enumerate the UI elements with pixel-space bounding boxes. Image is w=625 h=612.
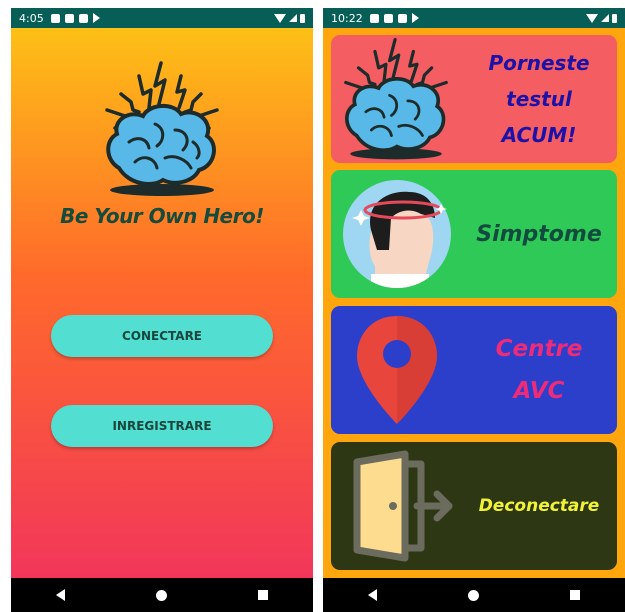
login-button[interactable]: CONECTARE	[51, 315, 273, 357]
cell-signal-icon	[289, 14, 297, 22]
dizzy-head-icon	[343, 180, 451, 288]
start-test-label: Porneste testul ACUM!	[461, 45, 617, 153]
brain-icon	[344, 37, 448, 160]
battery-icon	[612, 13, 617, 23]
label-line: testul	[506, 87, 572, 111]
wifi-icon	[586, 13, 598, 23]
navigation-bar	[11, 578, 313, 612]
symptoms-card[interactable]: Simptome	[331, 170, 617, 298]
status-time: 10:22	[331, 11, 363, 25]
logout-label: Deconectare	[478, 496, 600, 516]
media-icon	[50, 13, 60, 23]
sd-card-icon	[78, 13, 88, 23]
map-pin-icon	[357, 316, 437, 424]
battery-icon	[300, 13, 305, 23]
label-line: ACUM!	[501, 123, 577, 147]
brain-logo-icon	[105, 61, 219, 196]
navigation-bar	[323, 578, 625, 612]
logout-door-icon	[353, 450, 453, 562]
symptoms-label: Simptome	[476, 221, 602, 247]
cell-signal-icon	[601, 14, 609, 22]
stroke-centers-label: Centre AVC	[461, 328, 617, 412]
app-title: Be Your Own Hero!	[60, 204, 264, 228]
status-bar: 4:05	[11, 8, 313, 28]
label-line: Centre	[495, 336, 583, 362]
recent-apps-icon[interactable]	[569, 590, 580, 600]
register-button-label: INREGISTRARE	[112, 419, 212, 433]
menu-screen: 10:22 Porneste testul ACUM! Simptome Cen…	[323, 8, 625, 612]
mail-icon	[383, 13, 393, 23]
home-icon[interactable]	[155, 589, 167, 601]
back-icon[interactable]	[56, 589, 66, 601]
status-time: 4:05	[19, 11, 44, 25]
home-icon[interactable]	[467, 589, 479, 601]
label-line: Porneste	[488, 51, 590, 75]
stroke-centers-card[interactable]: Centre AVC	[331, 306, 617, 434]
wifi-icon	[274, 13, 286, 23]
login-background: Be Your Own Hero! CONECTARE INREGISTRARE	[11, 28, 313, 578]
play-store-icon	[411, 13, 419, 23]
back-icon[interactable]	[368, 589, 378, 601]
recent-apps-icon[interactable]	[257, 590, 268, 600]
start-test-card[interactable]: Porneste testul ACUM!	[331, 35, 617, 163]
register-button[interactable]: INREGISTRARE	[51, 405, 273, 447]
play-store-icon	[92, 13, 100, 23]
login-screen: 4:05 Be Your Own Hero! CONECTARE INREGIS…	[11, 8, 313, 612]
label-line: AVC	[513, 378, 565, 404]
mail-icon	[64, 13, 74, 23]
sd-card-icon	[397, 13, 407, 23]
login-button-label: CONECTARE	[121, 329, 203, 343]
status-bar: 10:22	[323, 8, 625, 28]
logout-card[interactable]: Deconectare	[331, 442, 617, 570]
menu-background: Porneste testul ACUM! Simptome Centre AV…	[323, 28, 625, 578]
media-icon	[369, 13, 379, 23]
